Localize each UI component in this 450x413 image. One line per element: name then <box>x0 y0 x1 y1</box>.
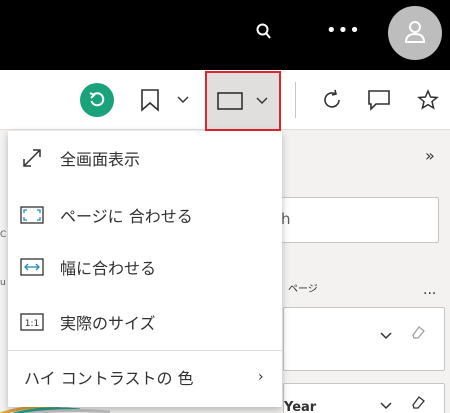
search-icon[interactable] <box>256 23 272 41</box>
svg-text:1:1: 1:1 <box>25 319 39 329</box>
actual-size-icon: 1:1 <box>20 310 44 334</box>
filter-card[interactable] <box>283 307 445 371</box>
view-icon <box>217 92 268 110</box>
menu-item-label: ハイ コントラストの 色 <box>24 369 194 388</box>
search-input[interactable]: h <box>270 197 439 243</box>
top-app-bar: ••• <box>0 0 450 70</box>
full-screen-icon <box>20 146 44 170</box>
comment-button[interactable] <box>364 70 394 130</box>
section-more-button[interactable]: ... <box>423 282 436 298</box>
filter-card-title: Year <box>284 400 317 413</box>
chevron-right-icon: › <box>258 369 264 385</box>
menu-item-fit-to-width[interactable]: 幅に合わせる <box>8 241 282 293</box>
fit-to-width-icon <box>20 255 44 279</box>
eraser-icon[interactable] <box>410 324 426 344</box>
refresh-button[interactable] <box>318 70 346 130</box>
search-input-text: h <box>281 210 291 228</box>
star-icon <box>417 89 439 110</box>
pane-text-fragment: C <box>0 230 7 240</box>
reset-icon <box>89 92 105 107</box>
more-options-button[interactable]: ••• <box>326 20 361 41</box>
filter-card[interactable]: Year <box>283 383 445 413</box>
menu-item-label: 幅に合わせる <box>60 259 157 278</box>
fit-to-page-icon <box>20 203 44 227</box>
avatar[interactable] <box>388 6 442 60</box>
menu-item-actual-size[interactable]: 1:1 実際のサイズ <box>8 296 282 348</box>
eraser-icon[interactable] <box>410 394 426 413</box>
view-button[interactable] <box>205 71 281 131</box>
collapse-pane-button[interactable]: » <box>425 146 435 165</box>
menu-item-label: ページに 合わせる <box>60 207 193 226</box>
reset-button[interactable] <box>79 70 115 130</box>
report-toolbar <box>0 70 450 131</box>
menu-item-label: 実際のサイズ <box>60 314 156 333</box>
menu-item-full-screen[interactable]: 全画面表示 <box>8 132 282 184</box>
menu-item-high-contrast[interactable]: ハイ コントラストの 色 › <box>8 351 282 403</box>
refresh-icon <box>324 89 340 108</box>
section-label: ページ <box>288 284 318 295</box>
bookmark-icon <box>141 89 189 112</box>
bookmark-button[interactable] <box>134 70 194 130</box>
menu-item-fit-to-page[interactable]: ページに 合わせる <box>8 189 282 241</box>
toolbar-divider <box>295 82 296 118</box>
chevron-down-icon[interactable] <box>379 326 393 345</box>
view-menu: 全画面表示 ページに 合わせる 幅に合わせる 1:1 実際のサイズ ハイ コント… <box>8 131 282 407</box>
favorite-button[interactable] <box>414 70 442 130</box>
menu-item-label: 全画面表示 <box>60 150 141 169</box>
chevron-down-icon[interactable] <box>379 396 393 413</box>
comment-icon <box>368 90 390 111</box>
pane-text-fragment: u <box>0 278 6 288</box>
person-icon <box>404 21 426 43</box>
